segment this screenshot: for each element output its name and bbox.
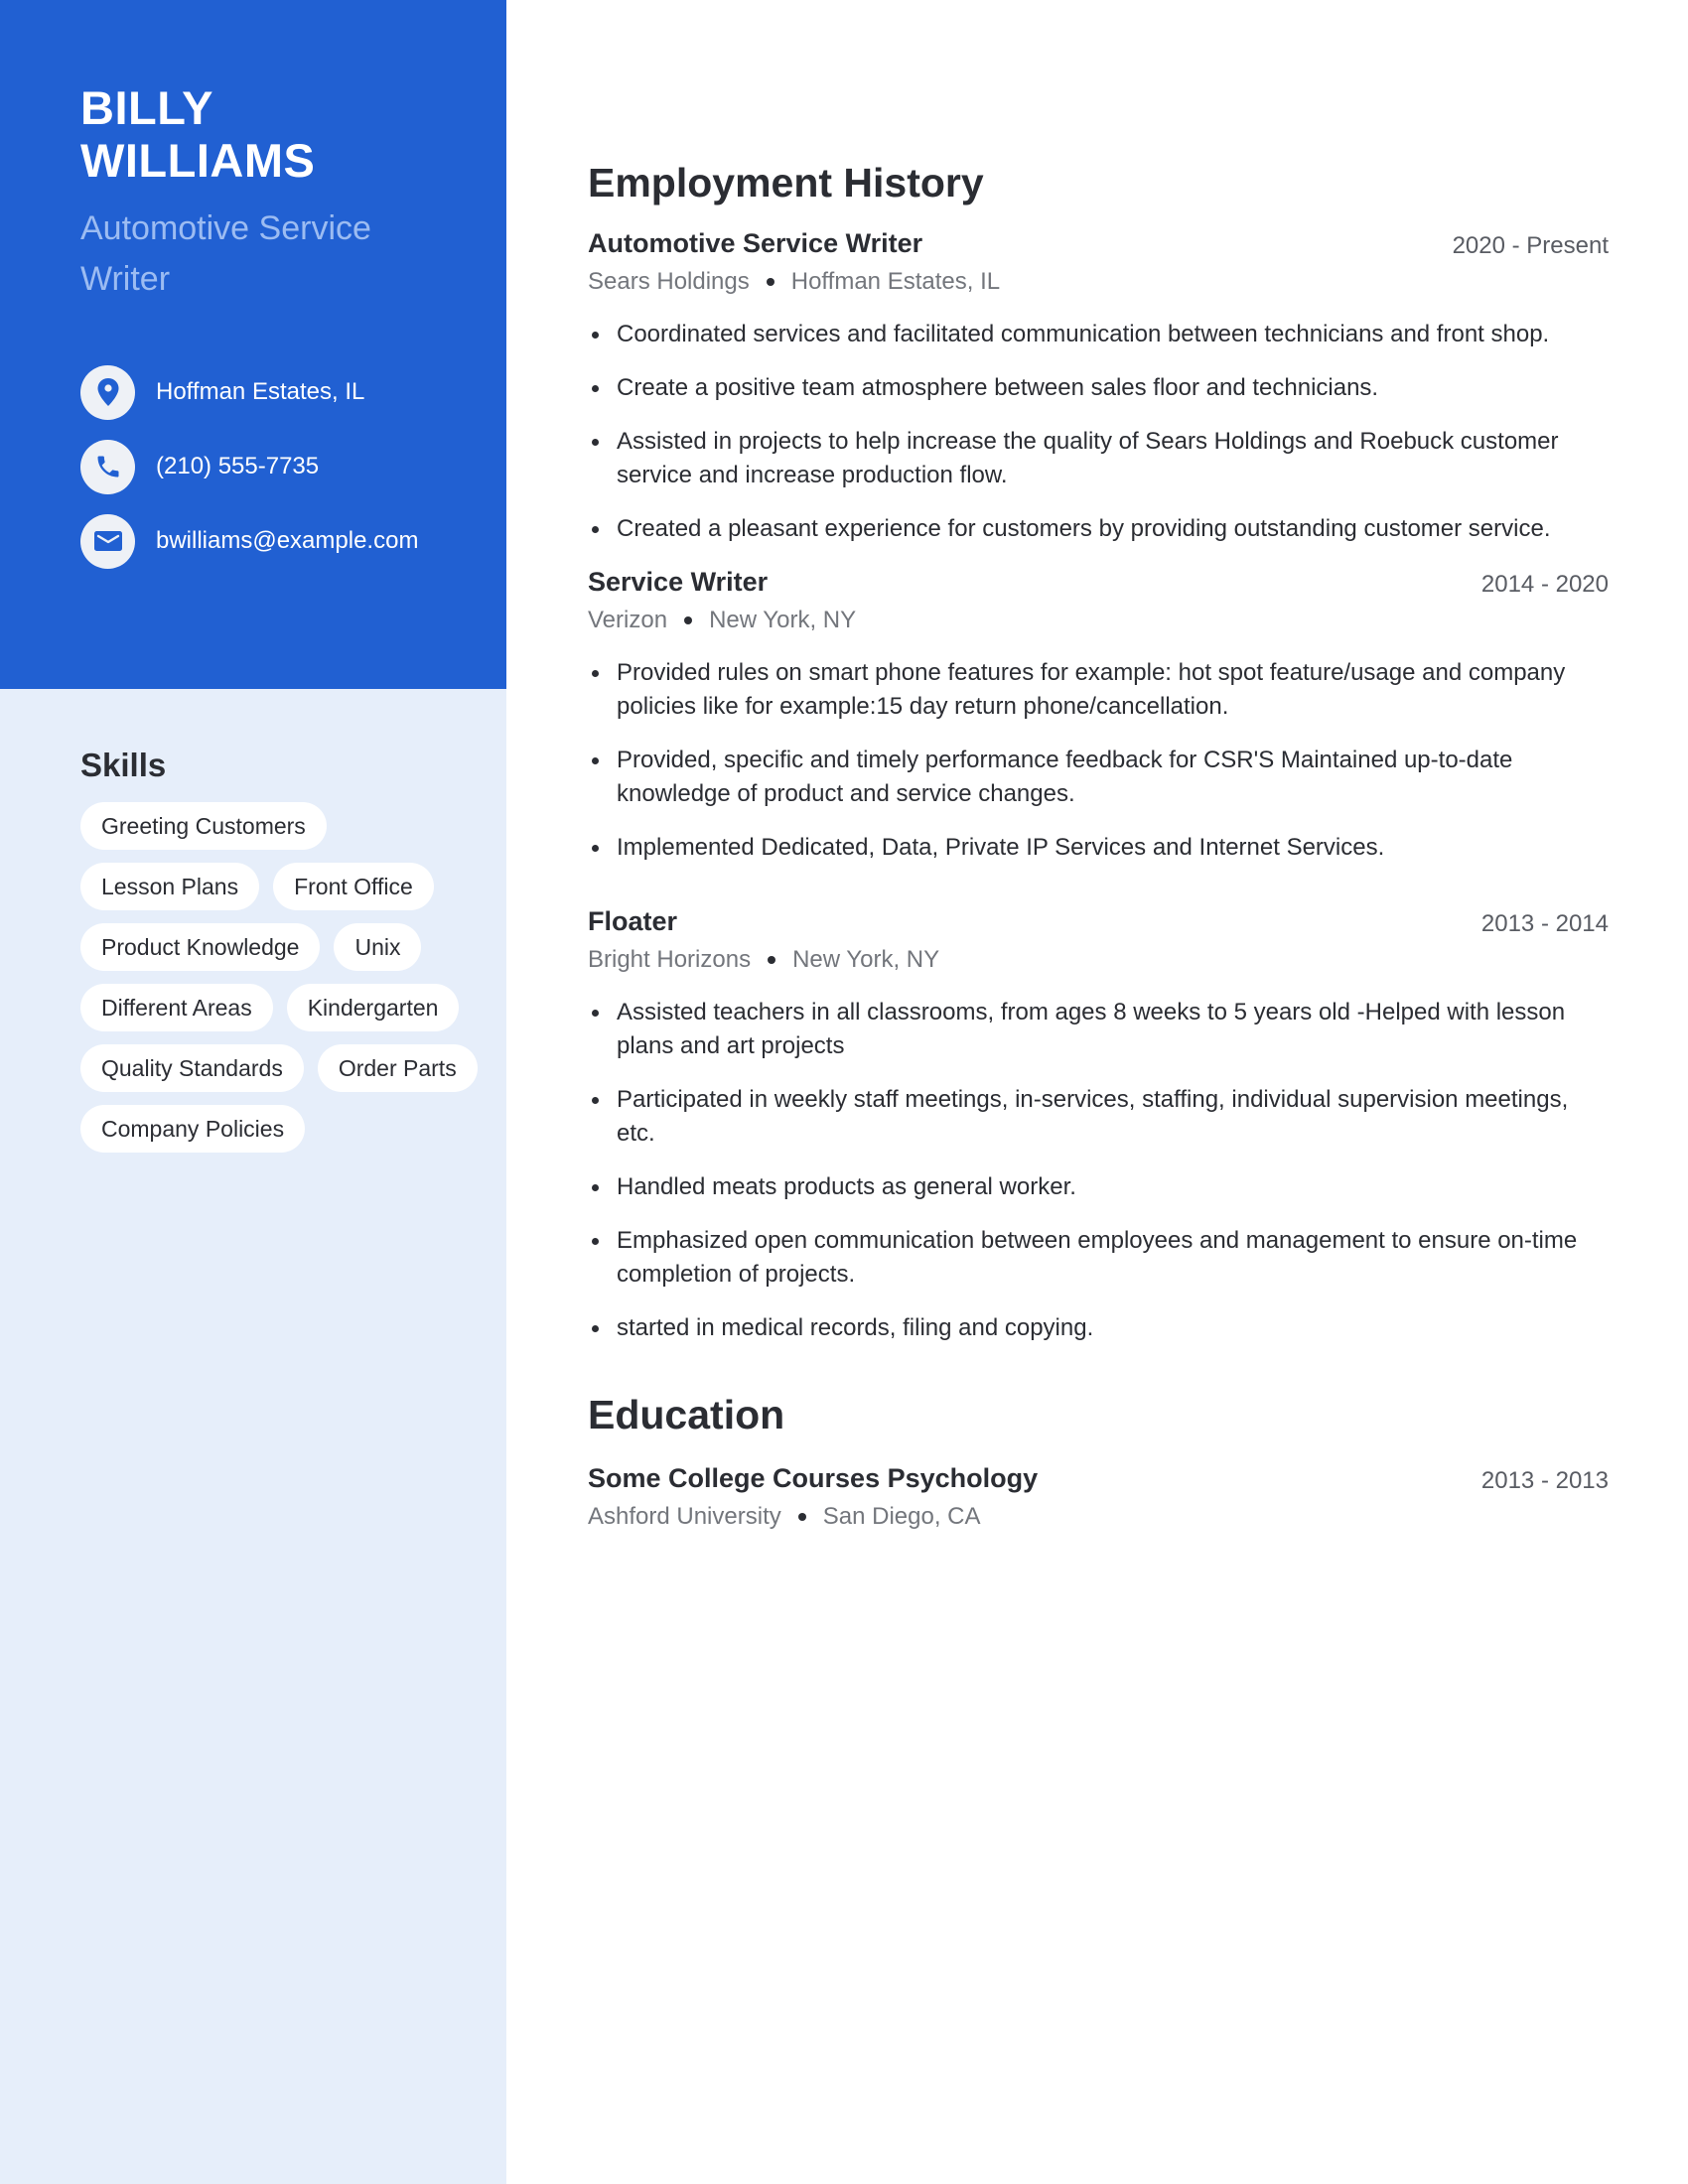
education-heading: Education [588,1392,785,1437]
education-dates: 2013 - 2013 [1480,1467,1609,1494]
envelope-icon [80,513,135,569]
phone-icon [80,439,135,494]
job-dates: 2020 - Present [1452,232,1609,259]
bullet-item: Create a positive team atmosphere betwee… [588,371,1609,405]
company: Verizon [588,607,668,633]
employment-entry: Service Writer 2014 - 2020 Verizon New Y… [588,567,1609,885]
separator-dot [766,278,774,286]
degree: Some College Courses Psychology [588,1463,1039,1493]
first-name: BILLY [80,81,213,134]
skill-pill: Company Policies [80,1105,306,1153]
location: Hoffman Estates, IL [790,268,1001,295]
job-dates: 2014 - 2020 [1480,571,1609,598]
job-meta: Verizon New York, NY [588,607,1609,634]
job-title: Service Writer [588,567,769,597]
job-headline: Automotive Service Writer [80,209,371,298]
bullet-item: Coordinated services and facilitated com… [588,318,1609,351]
bullet-item: Provided rules on smart phone features f… [588,656,1609,724]
location: New York, NY [709,607,857,633]
skill-pill: Greeting Customers [80,802,327,850]
skill-pill: Product Knowledge [80,923,321,971]
bullet-item: Emphasized open communication between em… [588,1224,1609,1292]
job-bullets: Coordinated services and facilitated com… [588,318,1609,546]
location-pin-icon [80,364,135,420]
skill-pill: Quality Standards [80,1044,304,1092]
contact-phone-text[interactable]: (210) 555-7735 [156,453,319,480]
candidate-name: BILLY WILLIAMS [80,81,315,187]
job-bullets: Provided rules on smart phone features f… [588,656,1609,865]
skill-pill: Kindergarten [286,984,460,1031]
skill-pill: Different Areas [80,984,273,1031]
job-dates: 2013 - 2014 [1480,910,1609,937]
bullet-item: Assisted in projects to help increase th… [588,425,1609,492]
employment-entry: Automotive Service Writer 2020 - Present… [588,228,1609,566]
job-title: Automotive Service Writer [588,228,923,258]
separator-dot [797,1513,806,1521]
bullet-item: Participated in weekly staff meetings, i… [588,1083,1609,1151]
contact-email[interactable]: bwilliams@example.com [80,513,418,569]
contact-location-text: Hoffman Estates, IL [156,378,365,405]
location: New York, NY [792,946,940,973]
skill-pill: Front Office [273,863,434,910]
skills-heading: Skills [80,747,167,783]
employment-heading: Employment History [588,160,984,205]
bullet-item: Assisted teachers in all classrooms, fro… [588,996,1609,1063]
skill-pill: Unix [334,923,422,971]
bullet-item: started in medical records, filing and c… [588,1311,1609,1345]
bullet-item: Created a pleasant experience for custom… [588,512,1609,546]
education-entry: Some College Courses Psychology 2013 - 2… [588,1463,1609,1531]
separator-dot [684,616,693,624]
contact-location: Hoffman Estates, IL [80,364,364,420]
bullet-item: Provided, specific and timely performanc… [588,744,1609,811]
separator-dot [768,956,776,964]
school: Ashford University [588,1503,781,1530]
last-name: WILLIAMS [80,134,316,187]
bullet-item: Implemented Dedicated, Data, Private IP … [588,831,1609,865]
education-meta: Ashford University San Diego, CA [588,1503,1609,1531]
skill-pill: Order Parts [317,1044,478,1092]
company: Bright Horizons [588,946,752,973]
job-title: Floater [588,906,678,936]
job-meta: Bright Horizons New York, NY [588,946,1609,974]
sidebar: BILLY WILLIAMS Automotive Service Writer… [0,0,506,2184]
sidebar-header: BILLY WILLIAMS Automotive Service Writer… [0,0,506,689]
skills-list: Greeting Customers Lesson Plans Front Of… [80,802,478,1153]
job-bullets: Assisted teachers in all classrooms, fro… [588,996,1609,1345]
job-meta: Sears Holdings Hoffman Estates, IL [588,268,1609,296]
skill-pill: Lesson Plans [80,863,260,910]
bullet-item: Handled meats products as general worker… [588,1170,1609,1204]
contact-phone[interactable]: (210) 555-7735 [80,439,319,494]
employment-entry: Floater 2013 - 2014 Bright Horizons New … [588,906,1609,1365]
company: Sears Holdings [588,268,750,295]
contact-email-text[interactable]: bwilliams@example.com [156,527,418,555]
location: San Diego, CA [822,1503,981,1530]
